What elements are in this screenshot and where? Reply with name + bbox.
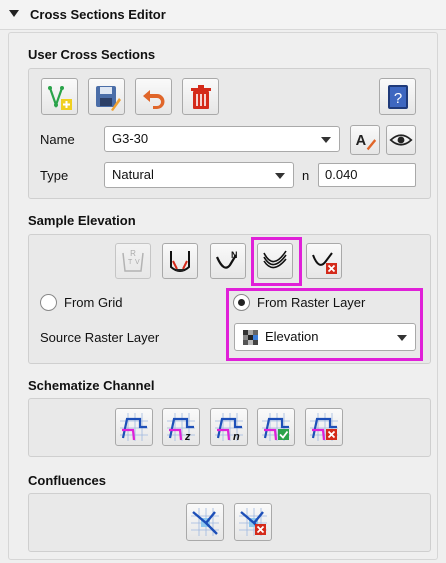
schematize-z-button[interactable]: z: [162, 408, 200, 446]
n-label: n: [302, 168, 310, 183]
type-label: Type: [40, 168, 69, 183]
rename-button[interactable]: A: [350, 125, 380, 155]
show-table-button[interactable]: [386, 125, 416, 155]
raster-layer-icon: [243, 330, 258, 345]
rename-icon: A: [356, 133, 377, 151]
schematize-channel-title: Schematize Channel: [28, 378, 155, 393]
confluence-delete-icon: [239, 508, 267, 536]
schematize-n-icon: n: [215, 413, 243, 441]
source-raster-label: Source Raster Layer: [40, 330, 160, 345]
help-book-icon: ?: [387, 84, 408, 109]
help-button[interactable]: ?: [379, 78, 416, 115]
schematize-n-button[interactable]: n: [210, 408, 248, 446]
sample-elevation-title: Sample Elevation: [28, 213, 136, 228]
from-raster-radio[interactable]: [233, 294, 250, 311]
schematize-check-icon: [262, 413, 290, 441]
chevron-down-icon: [397, 335, 407, 341]
type-value: Natural: [112, 167, 154, 182]
schematize-validate-button[interactable]: [257, 408, 295, 446]
svg-text:z: z: [184, 431, 191, 441]
name-label: Name: [40, 132, 75, 147]
confluence-icon: [191, 508, 219, 536]
v-delete-icon: [312, 252, 337, 274]
schematize-button[interactable]: [115, 408, 153, 446]
add-cross-section-button[interactable]: [41, 78, 78, 115]
panel-header[interactable]: Cross Sections Editor: [0, 0, 446, 30]
manning-n-field[interactable]: 0.040: [318, 163, 416, 187]
confluence-button[interactable]: [186, 503, 224, 541]
schematize-delete-button[interactable]: [305, 408, 343, 446]
svg-text:A: A: [356, 133, 367, 149]
confluences-group: [28, 493, 431, 552]
type-combobox[interactable]: Natural: [104, 162, 294, 188]
tool-highlight: [251, 237, 302, 286]
from-grid-label: From Grid: [64, 295, 123, 310]
n-line-icon: N: [215, 250, 238, 269]
undo-button[interactable]: [135, 78, 172, 115]
svg-text:T: T: [128, 259, 133, 266]
svg-text:V: V: [135, 259, 140, 266]
source-raster-combobox[interactable]: Elevation: [234, 323, 416, 351]
from-grid-radio[interactable]: [40, 294, 57, 311]
name-value: G3-30: [112, 131, 149, 146]
svg-text:?: ?: [393, 90, 401, 107]
sample-n-line-button[interactable]: N: [210, 243, 246, 279]
chevron-down-icon: [275, 173, 285, 179]
channel-sample-icon: [170, 251, 190, 272]
rtv-sample-icon: R T V: [122, 249, 144, 272]
sample-channel-button[interactable]: [162, 243, 198, 279]
confluence-delete-button[interactable]: [234, 503, 272, 541]
schematize-icon: [120, 413, 148, 441]
schematize-z-icon: z: [167, 413, 195, 441]
panel-title: Cross Sections Editor: [30, 7, 166, 22]
name-combobox[interactable]: G3-30: [104, 126, 340, 152]
chevron-down-icon: [321, 137, 331, 143]
from-raster-label: From Raster Layer: [257, 295, 366, 310]
delete-elevation-button[interactable]: [306, 243, 342, 279]
delete-button[interactable]: [182, 78, 219, 115]
svg-text:N: N: [231, 250, 238, 260]
source-raster-value: Elevation: [265, 329, 319, 344]
save-button[interactable]: [88, 78, 125, 115]
svg-text:n: n: [233, 431, 240, 441]
save-icon: [95, 85, 121, 111]
trash-icon: [190, 84, 211, 109]
user-cross-sections-title: User Cross Sections: [28, 47, 156, 62]
svg-text:R: R: [130, 249, 136, 258]
schematize-delete-icon: [310, 413, 338, 441]
eye-icon: [389, 134, 413, 146]
undo-icon: [142, 89, 164, 109]
sample-rtv-button[interactable]: R T V: [115, 243, 151, 279]
collapse-arrow-icon[interactable]: [9, 10, 19, 17]
add-xs-icon: [47, 85, 72, 110]
confluences-title: Confluences: [28, 473, 107, 488]
